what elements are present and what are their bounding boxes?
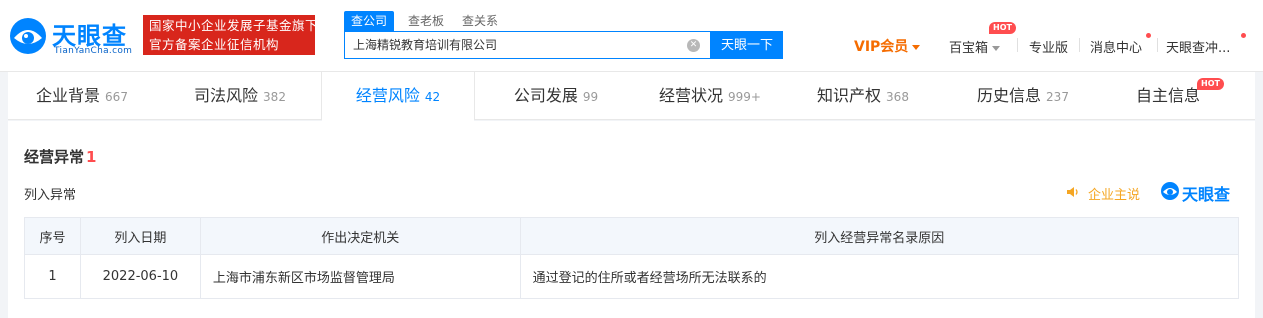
divider bbox=[1157, 38, 1158, 52]
tab-history-info[interactable]: 历史信息 237 bbox=[963, 72, 1083, 120]
unread-dot bbox=[1146, 33, 1151, 38]
top-header: 天眼查 TianYanCha.com 国家中小企业发展子基金旗下 官方备案企业征… bbox=[0, 0, 1263, 72]
tab-operating-risk[interactable]: 经营风险 42 bbox=[321, 72, 475, 121]
search-tab-boss[interactable]: 查老板 bbox=[408, 11, 444, 31]
dimension-tabs: 企业背景 667 司法风险 382 经营风险 42 公司发展 99 经营状况 999+ 知… bbox=[8, 72, 1255, 121]
section-title: 经营异常 1 bbox=[24, 146, 96, 167]
tab-label: 经营状况 bbox=[659, 86, 724, 105]
section-subtitle: 列入异常 bbox=[24, 188, 77, 203]
tab-intellectual-property[interactable]: 知识产权 368 bbox=[803, 72, 923, 120]
tab-label: 司法风险 bbox=[194, 86, 259, 105]
header-date: 列入日期 bbox=[79, 217, 201, 255]
tab-count: 42 bbox=[424, 90, 441, 104]
tab-label: 经营风险 bbox=[355, 86, 420, 105]
divider bbox=[1017, 38, 1018, 52]
tab-label: 知识产权 bbox=[817, 86, 882, 105]
tab-label: 历史信息 bbox=[977, 86, 1042, 105]
cell-date: 2022-06-10 bbox=[79, 254, 201, 299]
tab-label: 企业背景 bbox=[36, 86, 101, 105]
chevron-down-icon bbox=[912, 44, 921, 50]
logo-small-text: 天眼查 bbox=[1182, 185, 1231, 204]
badge-line-1: 国家中小企业发展子基金旗下 bbox=[149, 18, 319, 33]
pro-version-link[interactable]: 专业版 bbox=[1029, 37, 1068, 56]
tab-count: 99 bbox=[582, 90, 599, 104]
search-input[interactable] bbox=[353, 32, 683, 58]
section-title-text: 经营异常 bbox=[24, 148, 85, 166]
search-tab-company[interactable]: 查公司 bbox=[344, 11, 395, 31]
search-tab-relation[interactable]: 查关系 bbox=[462, 11, 498, 31]
user-dot bbox=[1241, 33, 1246, 38]
tab-count: 368 bbox=[886, 90, 909, 104]
user-menu[interactable]: 天眼查冲... bbox=[1166, 37, 1230, 56]
treasure-label: 百宝箱 bbox=[949, 41, 989, 56]
operating-anomaly-section: 经营异常 1 列入异常 企业主说 天眼查 序号 列入日期 作出决定机关 列入经营异… bbox=[8, 121, 1255, 318]
header-index: 序号 bbox=[24, 217, 81, 255]
tab-count: 382 bbox=[263, 90, 286, 104]
vip-member-link[interactable]: VIP会员 bbox=[854, 36, 921, 56]
tab-count: 237 bbox=[1046, 90, 1069, 104]
cell-reason: 通过登记的住所或者经营场所无法联系的 bbox=[519, 254, 1240, 299]
chevron-down-icon bbox=[992, 46, 1001, 51]
tab-judicial-risk[interactable]: 司法风险 382 bbox=[180, 72, 300, 120]
search-button[interactable]: 天眼一下 bbox=[711, 31, 783, 59]
header-reason: 列入经营异常名录原因 bbox=[519, 217, 1240, 255]
cell-index: 1 bbox=[24, 254, 81, 299]
tianyancha-logo[interactable]: 天眼查 TianYanCha.com bbox=[8, 14, 138, 58]
anomaly-table: 序号 列入日期 作出决定机关 列入经营异常名录原因 1 2022-06-10 上… bbox=[24, 217, 1240, 299]
header-authority: 作出决定机关 bbox=[199, 217, 521, 255]
hot-badge: HOT bbox=[1197, 78, 1224, 90]
tab-company-background[interactable]: 企业背景 667 bbox=[22, 72, 142, 120]
company-says-link[interactable]: 企业主说 bbox=[1088, 184, 1140, 203]
vip-label: VIP会员 bbox=[854, 39, 909, 55]
badge-line-2: 官方备案企业征信机构 bbox=[149, 37, 280, 52]
tab-label: 公司发展 bbox=[513, 86, 578, 105]
tab-count: 667 bbox=[105, 90, 128, 104]
search-box: ✕ bbox=[344, 31, 711, 59]
hot-badge: HOT bbox=[989, 22, 1016, 34]
message-center-link[interactable]: 消息中心 bbox=[1090, 37, 1142, 56]
clear-icon[interactable]: ✕ bbox=[687, 39, 700, 52]
tab-count: 999+ bbox=[728, 90, 761, 104]
table-row: 1 2022-06-10 上海市浦东新区市场监督管理局 通过登记的住所或者经营场… bbox=[24, 254, 1240, 299]
logo-eye-icon bbox=[10, 18, 46, 54]
logo-domain: TianYanCha.com bbox=[54, 46, 133, 56]
tab-label: 自主信息 bbox=[1135, 86, 1200, 105]
official-badge: 国家中小企业发展子基金旗下 官方备案企业征信机构 bbox=[143, 15, 319, 55]
cell-authority: 上海市浦东新区市场监督管理局 bbox=[199, 254, 521, 299]
speaker-icon bbox=[1067, 187, 1078, 197]
treasure-box-menu[interactable]: 百宝箱 bbox=[949, 37, 1001, 56]
logo-eye-icon bbox=[1161, 182, 1179, 200]
divider bbox=[1079, 38, 1080, 52]
table-header-row: 序号 列入日期 作出决定机关 列入经营异常名录原因 bbox=[24, 217, 1240, 255]
section-count: 1 bbox=[86, 148, 97, 166]
tab-operating-status[interactable]: 经营状况 999+ bbox=[650, 72, 770, 120]
tab-company-development[interactable]: 公司发展 99 bbox=[496, 72, 616, 120]
